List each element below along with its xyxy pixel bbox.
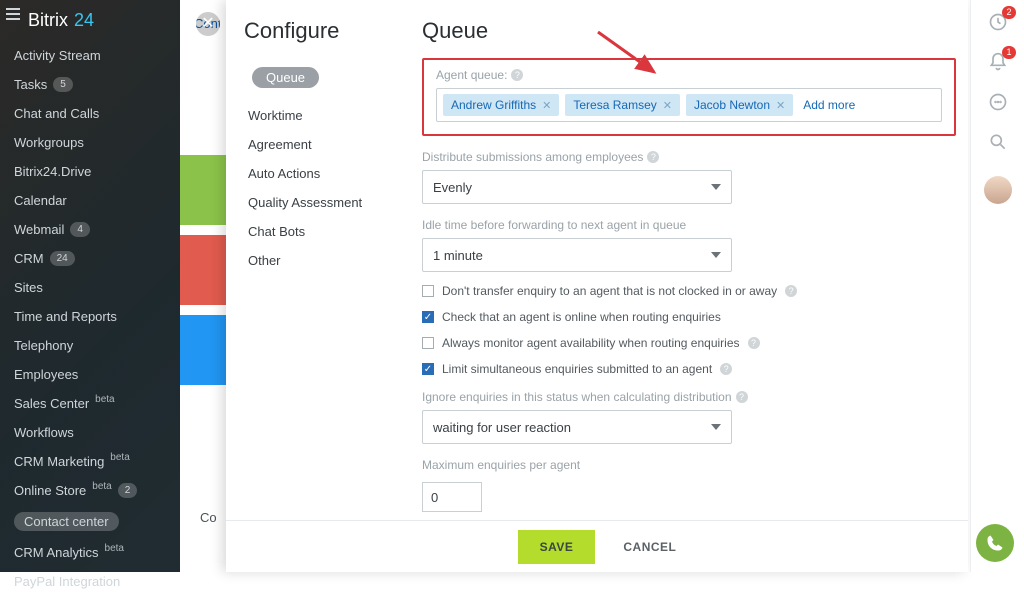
sidebar-item[interactable]: CRM Marketingbeta: [0, 447, 180, 476]
queue-form: Agent queue:? Andrew Griffiths✕ Teresa Ra…: [422, 58, 956, 512]
sidebar-item[interactable]: Webmail4: [0, 215, 180, 244]
sidebar-item[interactable]: Contact center: [0, 505, 180, 538]
bg-tiles: [180, 155, 220, 395]
configure-menu-item[interactable]: Quality Assessment: [238, 188, 406, 217]
max-label: Maximum enquiries per agent: [422, 458, 956, 472]
agent-queue-label: Agent queue:?: [436, 68, 942, 82]
distribute-select[interactable]: Evenly: [422, 170, 732, 204]
agent-queue-input[interactable]: Andrew Griffiths✕ Teresa Ramsey✕ Jacob New…: [436, 88, 942, 122]
checkbox-row: Don't transfer enquiry to an agent that …: [422, 284, 956, 298]
help-icon[interactable]: ?: [720, 363, 732, 375]
checkbox[interactable]: ✓: [422, 363, 434, 375]
idle-select[interactable]: 1 minute: [422, 238, 732, 272]
menu-icon[interactable]: [6, 8, 20, 20]
bell-icon[interactable]: 1: [988, 52, 1008, 72]
queue-title: Queue: [422, 18, 488, 44]
sidebar-item[interactable]: Online Storebeta2: [0, 476, 180, 505]
sidebar-item[interactable]: CRM24: [0, 244, 180, 273]
logo: Bitrix 24: [0, 6, 180, 41]
cancel-button[interactable]: CANCEL: [623, 540, 676, 554]
bg-footer-text: Co: [200, 510, 217, 525]
checkbox-label: Check that an agent is online when routi…: [442, 310, 721, 324]
save-button[interactable]: SAVE: [518, 530, 596, 564]
max-enquiries-input[interactable]: [422, 482, 482, 512]
checkbox-row: ✓ Limit simultaneous enquiries submitted…: [422, 362, 956, 376]
sidebar-item[interactable]: Activity Stream: [0, 41, 180, 70]
configure-panel: Configure Queue WorktimeAgreementAuto Act…: [226, 0, 968, 572]
help-icon[interactable]: ?: [511, 69, 523, 81]
sidebar-item[interactable]: Telephony: [0, 331, 180, 360]
right-rail: 2 1: [970, 0, 1024, 572]
chat-icon[interactable]: [988, 92, 1008, 112]
sidebar-item[interactable]: Bitrix24.Drive: [0, 157, 180, 186]
chevron-down-icon: [711, 424, 721, 430]
idle-label: Idle time before forwarding to next agen…: [422, 218, 956, 232]
phone-fab[interactable]: [976, 524, 1014, 562]
logo-text-2: 24: [74, 10, 94, 31]
sidebar-item[interactable]: Tasks5: [0, 70, 180, 99]
sidebar-item[interactable]: Time and Reports: [0, 302, 180, 331]
configure-menu-item[interactable]: Worktime: [238, 101, 406, 130]
checkbox[interactable]: ✓: [422, 311, 434, 323]
chevron-down-icon: [711, 184, 721, 190]
avatar[interactable]: [984, 176, 1012, 204]
search-icon[interactable]: [988, 132, 1008, 152]
help-icon[interactable]: ?: [647, 151, 659, 163]
checkbox[interactable]: [422, 285, 434, 297]
sidebar-item[interactable]: Sales Centerbeta: [0, 389, 180, 418]
configure-menu-item[interactable]: Other: [238, 246, 406, 275]
agent-chip[interactable]: Teresa Ramsey✕: [565, 94, 680, 116]
configure-menu-item[interactable]: Auto Actions: [238, 159, 406, 188]
help-icon[interactable]: ?: [785, 285, 797, 297]
close-icon[interactable]: ✕: [194, 10, 222, 38]
remove-chip-icon[interactable]: ✕: [663, 99, 672, 112]
configure-menu-item[interactable]: Queue: [252, 67, 319, 88]
sidebar-item[interactable]: PayPal Integration: [0, 567, 180, 596]
distribute-label: Distribute submissions among employees?: [422, 150, 956, 164]
configure-menu: Queue WorktimeAgreementAuto ActionsQualit…: [238, 56, 406, 275]
clock-icon[interactable]: 2: [988, 12, 1008, 32]
configure-menu-item[interactable]: Chat Bots: [238, 217, 406, 246]
sidebar-item[interactable]: Workgroups: [0, 128, 180, 157]
add-more-link[interactable]: Add more: [799, 98, 855, 112]
agent-queue-box: Agent queue:? Andrew Griffiths✕ Teresa Ra…: [422, 58, 956, 136]
sidebar-item[interactable]: Calendar: [0, 186, 180, 215]
ignore-label: Ignore enquiries in this status when cal…: [422, 390, 956, 404]
checkbox-label: Limit simultaneous enquiries submitted t…: [442, 362, 712, 376]
badge: 2: [1002, 6, 1015, 19]
remove-chip-icon[interactable]: ✕: [776, 99, 785, 112]
checkbox-row: Always monitor agent availability when r…: [422, 336, 956, 350]
checkbox-row: ✓ Check that an agent is online when rou…: [422, 310, 956, 324]
sidebar-item[interactable]: Workflows: [0, 418, 180, 447]
sidebar-item[interactable]: Employees: [0, 360, 180, 389]
help-icon[interactable]: ?: [736, 391, 748, 403]
bg-heading: Cont: [180, 48, 226, 74]
checkbox[interactable]: [422, 337, 434, 349]
agent-chip[interactable]: Andrew Griffiths✕: [443, 94, 559, 116]
configure-menu-item[interactable]: Agreement: [238, 130, 406, 159]
checkbox-label: Always monitor agent availability when r…: [442, 336, 740, 350]
remove-chip-icon[interactable]: ✕: [542, 99, 551, 112]
chevron-down-icon: [711, 252, 721, 258]
sidebar-item[interactable]: Sites: [0, 273, 180, 302]
sidebar-item[interactable]: Chat and Calls: [0, 99, 180, 128]
badge: 1: [1002, 46, 1015, 59]
main-sidebar: Bitrix 24 Activity StreamTasks5Chat and C…: [0, 0, 180, 572]
panel-footer: SAVE CANCEL: [226, 520, 968, 572]
help-icon[interactable]: ?: [748, 337, 760, 349]
configure-title: Configure: [244, 18, 339, 44]
logo-text-1: Bitrix: [28, 10, 68, 31]
sidebar-item[interactable]: CRM Analyticsbeta: [0, 538, 180, 567]
checkbox-label: Don't transfer enquiry to an agent that …: [442, 284, 777, 298]
ignore-select[interactable]: waiting for user reaction: [422, 410, 732, 444]
agent-chip[interactable]: Jacob Newton✕: [686, 94, 793, 116]
